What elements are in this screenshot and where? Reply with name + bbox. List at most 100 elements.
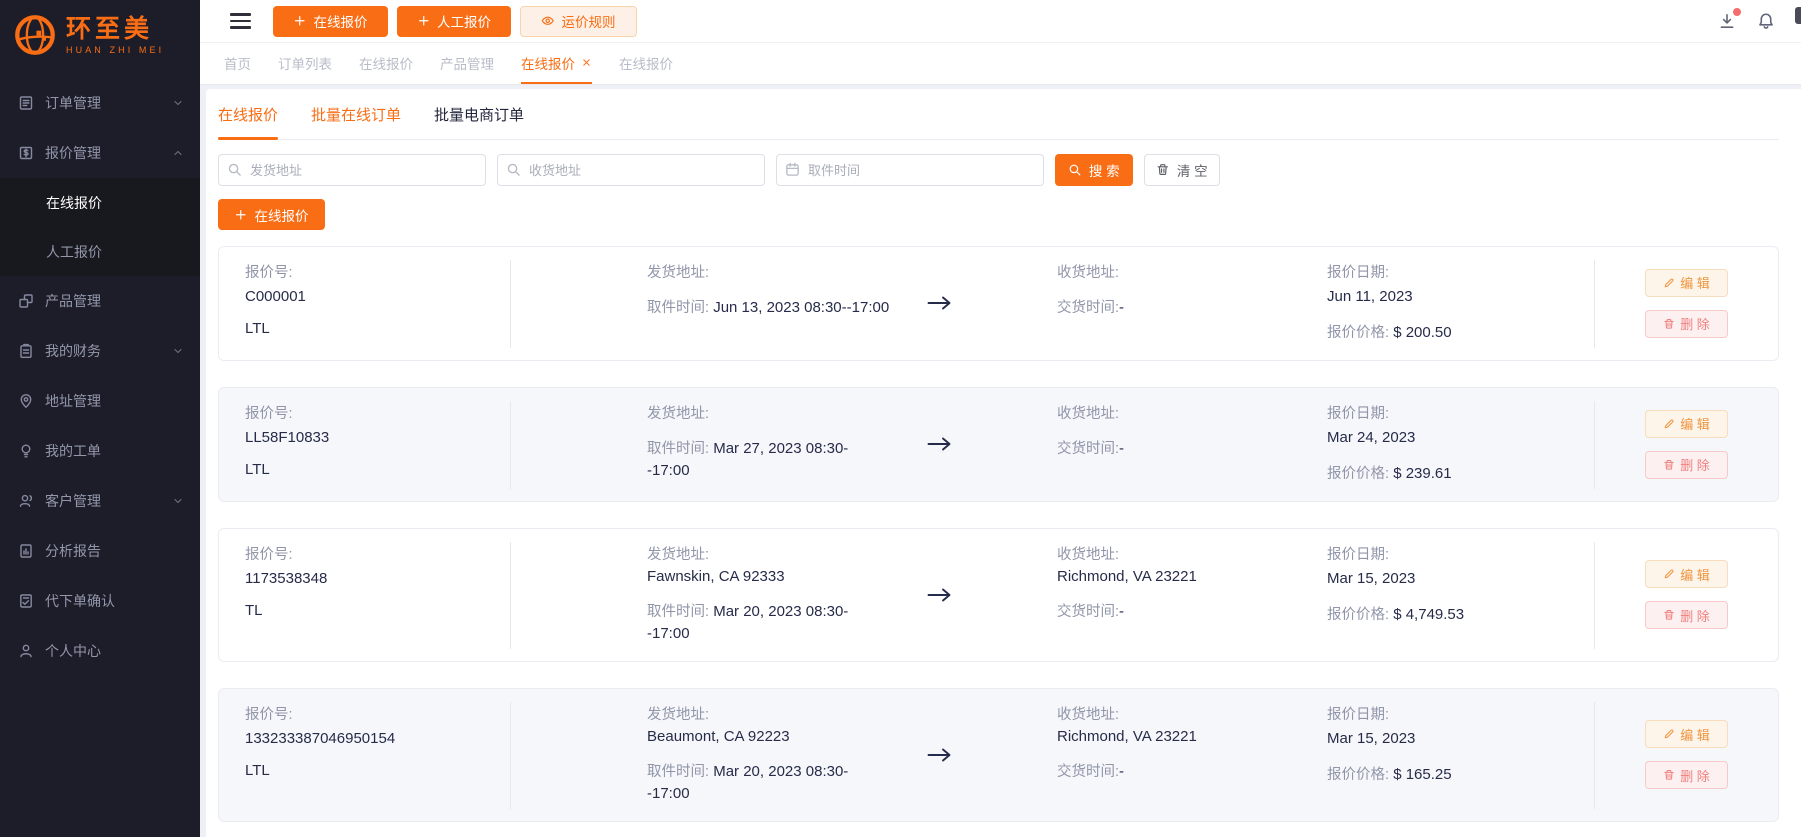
- delete-button-label: 删 除: [1680, 458, 1710, 473]
- sidebar-item-finance[interactable]: 我的财务: [0, 326, 200, 376]
- main-area: 在线报价 人工报价 运价规则 首页 订单列表 在线报价 产品管理 在线报价 在线…: [200, 0, 1801, 837]
- to-address-input[interactable]: [497, 154, 765, 186]
- notification-badge: [1733, 8, 1741, 16]
- from-column: 发货地址: 取件时间: Mar 27, 2023 08:30- -17:00: [511, 403, 911, 485]
- from-column: 发货地址: Fawnskin, CA 92333 取件时间: Mar 20, 2…: [511, 544, 911, 645]
- create-online-quote-label: 在线报价: [254, 208, 309, 224]
- price-label: 报价价格:: [1327, 466, 1390, 482]
- filter-bar: 搜 索 清 空: [218, 154, 1779, 186]
- delivery-time-line: 交货时间:-: [1057, 601, 1307, 623]
- row-actions: 编 辑 删 除: [1595, 544, 1778, 645]
- price-value: $ 200.50: [1393, 324, 1452, 341]
- quote-no-label: 报价号:: [245, 547, 293, 563]
- pickup-time-input[interactable]: [776, 154, 1044, 186]
- sidebar-subitem[interactable]: 在线报价: [0, 178, 200, 227]
- tab-4[interactable]: 在线报价: [521, 43, 592, 84]
- delete-button[interactable]: 删 除: [1645, 309, 1728, 338]
- tab-1[interactable]: 订单列表: [278, 43, 332, 84]
- sidebar-item-report[interactable]: 分析报告: [0, 526, 200, 576]
- subtab-1[interactable]: 批量在线订单: [311, 104, 401, 139]
- quote-date-value: Mar 15, 2023: [1327, 730, 1416, 747]
- tab-3[interactable]: 产品管理: [440, 43, 494, 84]
- rate-rules-button[interactable]: 运价规则: [520, 5, 637, 37]
- delete-button[interactable]: 删 除: [1645, 601, 1728, 629]
- sidebar-item-customer[interactable]: 客户管理: [0, 476, 200, 526]
- trash-icon: [1663, 318, 1675, 330]
- date-column: 报价日期: Mar 24, 2023 报价价格: $ 239.61: [1307, 401, 1595, 489]
- create-online-quote-button[interactable]: 在线报价: [218, 199, 325, 230]
- pickup-time-label: 取件时间:: [647, 604, 710, 620]
- plus-icon: [293, 14, 307, 28]
- close-icon[interactable]: [581, 57, 592, 68]
- sidebar: 环至美 HUAN ZHI MEI 订单管理 报价管理 在线报价 人工报价 产品管…: [0, 0, 200, 837]
- row-actions: 编 辑 删 除: [1595, 704, 1778, 805]
- clipped-edge-element: [1795, 7, 1801, 24]
- quote-no-label: 报价号:: [245, 707, 293, 723]
- quote-no-column: 报价号: 1173538348 TL: [219, 542, 511, 649]
- to-column: 收货地址: Richmond, VA 23221 交货时间:-: [967, 544, 1307, 645]
- subtab-0[interactable]: 在线报价: [218, 104, 279, 140]
- price-value: $ 165.25: [1393, 766, 1452, 783]
- from-address-input[interactable]: [218, 154, 486, 186]
- to-address-label: 收货地址:: [1057, 265, 1120, 281]
- brand: 环至美 HUAN ZHI MEI: [0, 0, 200, 68]
- subtab-2[interactable]: 批量电商订单: [434, 104, 524, 139]
- pickup-time-value: Mar 27, 2023 08:30-: [713, 440, 849, 457]
- online-quote-button-label: 在线报价: [313, 15, 368, 30]
- quote-date-label: 报价日期:: [1327, 265, 1390, 281]
- from-address-value: Fawnskin, CA 92333: [647, 568, 785, 585]
- from-address-label: 发货地址:: [647, 547, 710, 563]
- sidebar-item-order[interactable]: 订单管理: [0, 78, 200, 128]
- quote-no-column: 报价号: C000001 LTL: [219, 260, 511, 348]
- tab-0[interactable]: 首页: [224, 43, 251, 84]
- arrow-right-icon: [911, 544, 967, 645]
- edit-button-label: 编 辑: [1680, 417, 1710, 432]
- quote-type: TL: [245, 602, 263, 619]
- pickup-time-label: 取件时间:: [647, 764, 710, 780]
- quote-no-value: LL58F10833: [245, 429, 330, 446]
- edit-button[interactable]: 编 辑: [1645, 560, 1728, 588]
- search-icon: [1068, 163, 1082, 177]
- edit-button[interactable]: 编 辑: [1645, 409, 1728, 438]
- sidebar-item-profile[interactable]: 个人中心: [0, 626, 200, 676]
- sidebar-item-ticket[interactable]: 我的工单: [0, 426, 200, 476]
- tab-5[interactable]: 在线报价: [619, 43, 673, 84]
- sidebar-item-address[interactable]: 地址管理: [0, 376, 200, 426]
- brand-text: 环至美 HUAN ZHI MEI: [66, 15, 164, 55]
- delivery-time-line: 交货时间:-: [1057, 297, 1307, 319]
- edit-button[interactable]: 编 辑: [1645, 268, 1728, 297]
- quote-date-label: 报价日期:: [1327, 547, 1390, 563]
- quote-date-label: 报价日期:: [1327, 707, 1390, 723]
- search-icon: [227, 162, 242, 177]
- content-panel: 在线报价 批量在线订单 批量电商订单 发货地址 收货地址 取件时间 搜 索 清 …: [206, 89, 1801, 837]
- sidebar-item-product[interactable]: 产品管理: [0, 276, 200, 326]
- quote-date-value: Jun 11, 2023: [1327, 288, 1413, 305]
- finance-icon: [18, 343, 34, 359]
- edit-button-label: 编 辑: [1680, 727, 1710, 743]
- ticket-icon: [18, 443, 34, 459]
- plus-icon: [234, 208, 248, 222]
- pickup-time-value: Mar 20, 2023 08:30-: [713, 763, 849, 780]
- to-address-label: 收货地址:: [1057, 547, 1120, 563]
- online-quote-button[interactable]: 在线报价: [273, 5, 388, 37]
- sidebar-item-quote[interactable]: 报价管理: [0, 128, 200, 178]
- topbar-right: [1718, 8, 1801, 30]
- manual-quote-button[interactable]: 人工报价: [396, 5, 511, 37]
- quote-type: LTL: [245, 320, 270, 337]
- search-icon: [506, 162, 521, 177]
- from-address-label: 发货地址:: [647, 265, 710, 281]
- clear-button[interactable]: 清 空: [1144, 154, 1220, 186]
- arrow-right-icon: [911, 403, 967, 485]
- hamburger-menu-icon[interactable]: [230, 13, 251, 29]
- sidebar-submenu: 在线报价 人工报价: [0, 178, 200, 276]
- from-address-label: 发货地址:: [647, 707, 710, 723]
- tab-2[interactable]: 在线报价: [359, 43, 413, 84]
- sidebar-subitem[interactable]: 人工报价: [0, 227, 200, 276]
- edit-button[interactable]: 编 辑: [1645, 720, 1728, 748]
- quote-type: LTL: [245, 461, 270, 478]
- search-button[interactable]: 搜 索: [1055, 154, 1133, 186]
- delete-button[interactable]: 删 除: [1645, 450, 1728, 479]
- delete-button[interactable]: 删 除: [1645, 761, 1728, 789]
- bell-icon[interactable]: [1757, 12, 1775, 30]
- sidebar-item-confirm[interactable]: 代下单确认: [0, 576, 200, 626]
